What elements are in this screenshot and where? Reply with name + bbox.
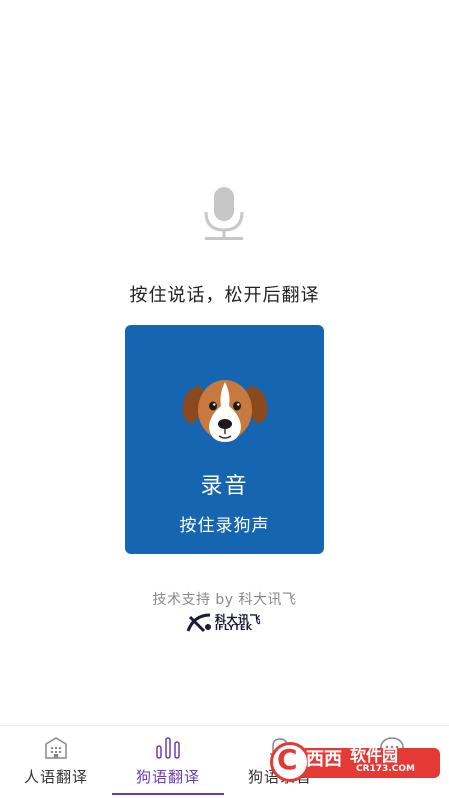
iflytek-logo: 科大讯飞 IFLYTEK	[184, 611, 266, 633]
watermark-url: CR173.COM	[356, 764, 415, 774]
sound-bars-icon	[156, 737, 180, 759]
tab-human-translate[interactable]: 人语翻译	[0, 726, 112, 798]
site-watermark: C 西西 软件园 CR173.COM	[270, 740, 442, 786]
watermark-name: 西西	[306, 749, 342, 770]
brand-name-en: IFLYTEK	[215, 623, 253, 632]
dog-icon	[182, 380, 268, 442]
record-hint: 按住录狗声	[179, 516, 270, 536]
record-button[interactable]: 录音 按住录狗声	[125, 325, 324, 554]
microphone-icon	[204, 187, 244, 240]
tab-label: 人语翻译	[23, 768, 88, 786]
active-tab-indicator	[112, 793, 224, 795]
watermark-letter: C	[277, 743, 298, 776]
tab-dog-translate[interactable]: 狗语翻译	[112, 726, 224, 798]
tech-support-text: 技术支持 by 科大讯飞	[152, 592, 297, 608]
watermark-soft: 软件园	[350, 746, 399, 765]
iflytek-mark-icon	[186, 613, 211, 633]
record-title: 录音	[200, 474, 249, 499]
building-icon	[45, 737, 67, 759]
instruction-text: 按住说话，松开后翻译	[129, 285, 320, 306]
tab-label: 狗语翻译	[135, 768, 200, 786]
